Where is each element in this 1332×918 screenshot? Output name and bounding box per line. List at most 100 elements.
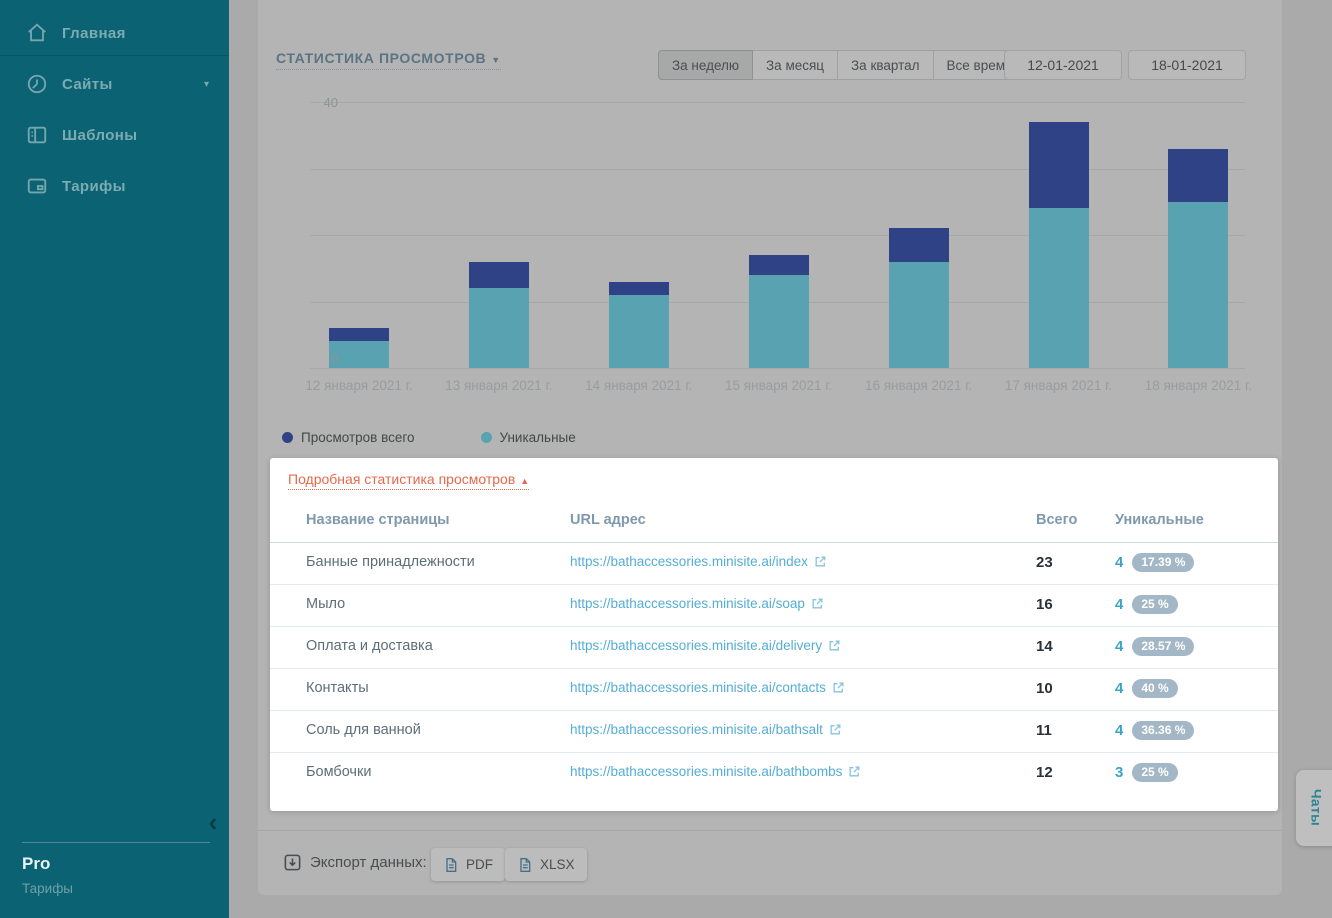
gridline-30 xyxy=(310,169,1245,170)
bar-segment-unique xyxy=(469,288,529,368)
url-link[interactable]: https://bathaccessories.minisite.ai/bath… xyxy=(570,764,861,779)
unique-percent-badge: 36.36 % xyxy=(1132,721,1194,740)
sidebar-item-tariffs[interactable]: Тарифы xyxy=(0,171,229,201)
gridline-0 xyxy=(310,368,1245,369)
export-pdf-label: PDF xyxy=(466,857,493,872)
bar-0[interactable] xyxy=(329,328,389,368)
stats-title-text: СТАТИСТИКА ПРОСМОТРОВ xyxy=(276,50,486,66)
chevron-down-icon: ▾ xyxy=(204,79,209,90)
url-link[interactable]: https://bathaccessories.minisite.ai/cont… xyxy=(570,680,845,695)
sidebar-collapse-button[interactable]: ‹ xyxy=(200,808,226,838)
chats-side-tab[interactable]: Чаты xyxy=(1296,770,1332,846)
sidebar-item-templates[interactable]: Шаблоны xyxy=(0,120,229,150)
y-axis-tick-max: 40 xyxy=(308,95,338,110)
bar-segment-unique xyxy=(1168,202,1228,368)
external-link-icon xyxy=(828,639,841,652)
period-button-1[interactable]: За месяц xyxy=(753,50,838,80)
period-button-group: За неделюЗа месяцЗа кварталВсе время xyxy=(658,50,1026,80)
url-text: https://bathaccessories.minisite.ai/cont… xyxy=(570,680,826,695)
legend-item-1: Уникальные xyxy=(481,430,576,445)
page-name-cell: Мыло xyxy=(306,596,345,612)
unique-count[interactable]: 4 xyxy=(1115,554,1123,571)
url-link[interactable]: https://bathaccessories.minisite.ai/deli… xyxy=(570,638,841,653)
file-icon xyxy=(517,857,533,873)
detail-stats-panel: Подробная статистика просмотров▲ Названи… xyxy=(270,458,1278,811)
unique-percent-badge: 28.57 % xyxy=(1132,637,1194,656)
bar-segment-total xyxy=(329,328,389,341)
gridline-40 xyxy=(310,102,1245,103)
url-link[interactable]: https://bathaccessories.minisite.ai/bath… xyxy=(570,722,842,737)
unique-count[interactable]: 4 xyxy=(1115,680,1123,697)
export-bar: Экспорт данных: PDF XLSX xyxy=(258,830,1282,895)
bar-segment-unique xyxy=(609,295,669,368)
date-to-input[interactable]: 18-01-2021 xyxy=(1128,50,1246,80)
unique-views-cell: 325 % xyxy=(1115,763,1178,782)
table-row: Мыло https://bathaccessories.minisite.ai/… xyxy=(270,584,1278,626)
sidebar-item-home[interactable]: Главная xyxy=(0,18,229,48)
column-header-url: URL адрес xyxy=(570,512,646,528)
unique-count[interactable]: 4 xyxy=(1115,596,1123,613)
home-icon xyxy=(26,22,48,44)
sidebar: Главная Сайты ▾ Шаблоны Тарифы ‹ Pro Тар… xyxy=(0,0,229,918)
bar-segment-total xyxy=(889,228,949,261)
unique-count[interactable]: 4 xyxy=(1115,722,1123,739)
table-row: Оплата и доставка https://bathaccessories… xyxy=(270,626,1278,668)
unique-percent-badge: 40 % xyxy=(1132,679,1177,698)
legend-label: Уникальные xyxy=(500,430,576,445)
page-name-cell: Банные принадлежности xyxy=(306,554,475,570)
plan-divider xyxy=(22,842,210,843)
sidebar-item-label: Главная xyxy=(62,25,126,42)
x-axis-label-0: 12 января 2021 г. xyxy=(279,378,439,393)
bar-5[interactable] xyxy=(1029,122,1089,368)
chart-legend: Просмотров всего Уникальные xyxy=(282,430,576,445)
sidebar-item-sites[interactable]: Сайты ▾ xyxy=(0,69,229,99)
bar-2[interactable] xyxy=(609,282,669,368)
external-link-icon xyxy=(832,681,845,694)
export-xlsx-button[interactable]: XLSX xyxy=(505,848,587,881)
legend-dot-icon xyxy=(481,432,492,443)
bar-6[interactable] xyxy=(1168,149,1228,368)
url-link[interactable]: https://bathaccessories.minisite.ai/inde… xyxy=(570,554,827,569)
export-xlsx-label: XLSX xyxy=(540,857,575,872)
download-icon xyxy=(283,853,302,872)
url-text: https://bathaccessories.minisite.ai/bath… xyxy=(570,764,842,779)
bar-4[interactable] xyxy=(889,228,949,368)
external-link-icon xyxy=(829,723,842,736)
url-link[interactable]: https://bathaccessories.minisite.ai/soap xyxy=(570,596,824,611)
x-axis-label-1: 13 января 2021 г. xyxy=(419,378,579,393)
legend-item-0: Просмотров всего xyxy=(282,430,415,445)
table-row: Контакты https://bathaccessories.minisite… xyxy=(270,668,1278,710)
url-text: https://bathaccessories.minisite.ai/bath… xyxy=(570,722,823,737)
unique-views-cell: 4 28.57 % xyxy=(1115,637,1194,656)
plan-name: Pro xyxy=(22,854,50,874)
chevron-down-icon: ▼ xyxy=(491,55,501,65)
total-views-cell: 16 xyxy=(1036,596,1053,613)
stats-title-dropdown[interactable]: СТАТИСТИКА ПРОСМОТРОВ ▼ xyxy=(276,50,501,70)
external-link-icon xyxy=(814,555,827,568)
unique-count[interactable]: 4 xyxy=(1115,638,1123,655)
y-axis-tick-zero: 0 xyxy=(308,351,338,366)
period-button-2[interactable]: За квартал xyxy=(838,50,933,80)
chevron-up-icon: ▲ xyxy=(520,476,529,486)
period-button-0[interactable]: За неделю xyxy=(658,50,753,80)
page-name-cell: Соль для ванной xyxy=(306,722,421,738)
detail-stats-toggle-link[interactable]: Подробная статистика просмотров▲ xyxy=(288,471,529,490)
bar-1[interactable] xyxy=(469,262,529,368)
unique-views-cell: 4 40 % xyxy=(1115,679,1178,698)
file-icon xyxy=(443,857,459,873)
plan-tariffs-link[interactable]: Тарифы xyxy=(22,881,73,896)
url-text: https://bathaccessories.minisite.ai/inde… xyxy=(570,554,808,569)
column-header-page-name: Название страницы xyxy=(306,512,450,528)
export-pdf-button[interactable]: PDF xyxy=(431,848,505,881)
page-name-cell: Оплата и доставка xyxy=(306,638,433,654)
sidebar-item-label: Шаблоны xyxy=(62,127,137,144)
unique-count[interactable]: 3 xyxy=(1115,764,1123,781)
page-name-cell: Контакты xyxy=(306,680,369,696)
export-label-text: Экспорт данных: xyxy=(310,854,427,871)
date-from-input[interactable]: 12-01-2021 xyxy=(1004,50,1122,80)
tariff-icon xyxy=(26,175,48,197)
bar-3[interactable] xyxy=(749,255,809,368)
bar-segment-total xyxy=(1029,122,1089,209)
pages-table-header: Название страницы URL адрес Всего Уникал… xyxy=(270,504,1278,542)
bar-segment-unique xyxy=(889,262,949,368)
